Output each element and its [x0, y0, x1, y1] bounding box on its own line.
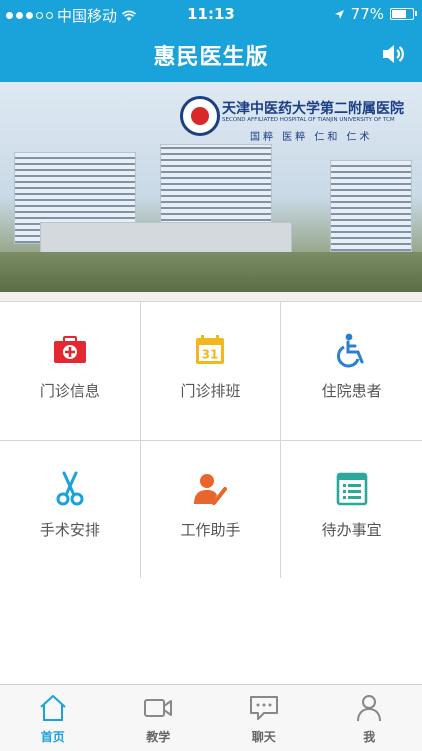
worker-icon — [192, 471, 228, 507]
person-icon — [354, 693, 384, 723]
tab-home[interactable]: 首页 — [0, 685, 106, 751]
menu-outpatient-info[interactable]: 门诊信息 — [0, 302, 141, 441]
tab-me[interactable]: 我 — [317, 685, 422, 751]
hospital-name: 天津中医药大学第二附属医院 — [222, 98, 404, 118]
lawn — [0, 252, 422, 292]
status-bar: 中国移动 11:13 77% — [0, 0, 422, 28]
home-icon — [38, 693, 68, 723]
menu-label: 住院患者 — [281, 380, 422, 401]
menu-label: 门诊排班 — [141, 380, 281, 401]
calendar-icon: 31 — [192, 332, 228, 368]
battery-percent: 77% — [351, 5, 384, 23]
menu-work-assistant[interactable]: 工作助手 — [141, 441, 282, 580]
nav-bar: 惠民医生版 — [0, 28, 422, 82]
menu-todo[interactable]: 待办事宜 — [281, 441, 422, 580]
content-blank-area — [0, 578, 422, 684]
hospital-banner[interactable]: 天津中医药大学第二附属医院 SECOND AFFILIATED HOSPITAL… — [0, 82, 422, 292]
tab-label: 我 — [317, 728, 422, 745]
first-aid-kit-icon — [52, 332, 88, 368]
building-illustration — [330, 160, 412, 252]
menu-label: 门诊信息 — [0, 380, 140, 401]
menu-label: 手术安排 — [0, 519, 140, 540]
battery-icon — [390, 8, 414, 20]
hospital-name-en: SECOND AFFILIATED HOSPITAL OF TIANJIN UN… — [222, 117, 395, 123]
scissors-icon — [52, 471, 88, 507]
menu-label: 工作助手 — [141, 519, 281, 540]
calendar-day: 31 — [202, 348, 219, 362]
speaker-icon[interactable] — [380, 41, 406, 67]
chat-icon — [249, 693, 279, 723]
tab-teaching[interactable]: 教学 — [106, 685, 212, 751]
building-podium — [40, 222, 292, 254]
menu-outpatient-schedule[interactable]: 31 门诊排班 — [141, 302, 282, 441]
menu-inpatients[interactable]: 住院患者 — [281, 302, 422, 441]
tab-label: 首页 — [0, 728, 106, 745]
location-arrow-icon — [334, 9, 345, 20]
tab-chat[interactable]: 聊天 — [211, 685, 317, 751]
function-grid: 门诊信息 31 门诊排班 住院患者 手术安排 — [0, 301, 422, 579]
menu-label: 待办事宜 — [281, 519, 422, 540]
page-title: 惠民医生版 — [0, 39, 422, 71]
tab-bar: 首页 教学 聊天 我 — [0, 684, 422, 751]
tab-label: 聊天 — [211, 728, 317, 745]
video-icon — [143, 693, 173, 723]
menu-surgery-schedule[interactable]: 手术安排 — [0, 441, 141, 580]
hospital-logo — [180, 96, 220, 136]
tab-label: 教学 — [106, 728, 212, 745]
todo-list-icon — [334, 471, 370, 507]
hospital-motto: 国粹 医粹 仁和 仁术 — [250, 128, 373, 143]
wheelchair-icon — [334, 332, 370, 368]
